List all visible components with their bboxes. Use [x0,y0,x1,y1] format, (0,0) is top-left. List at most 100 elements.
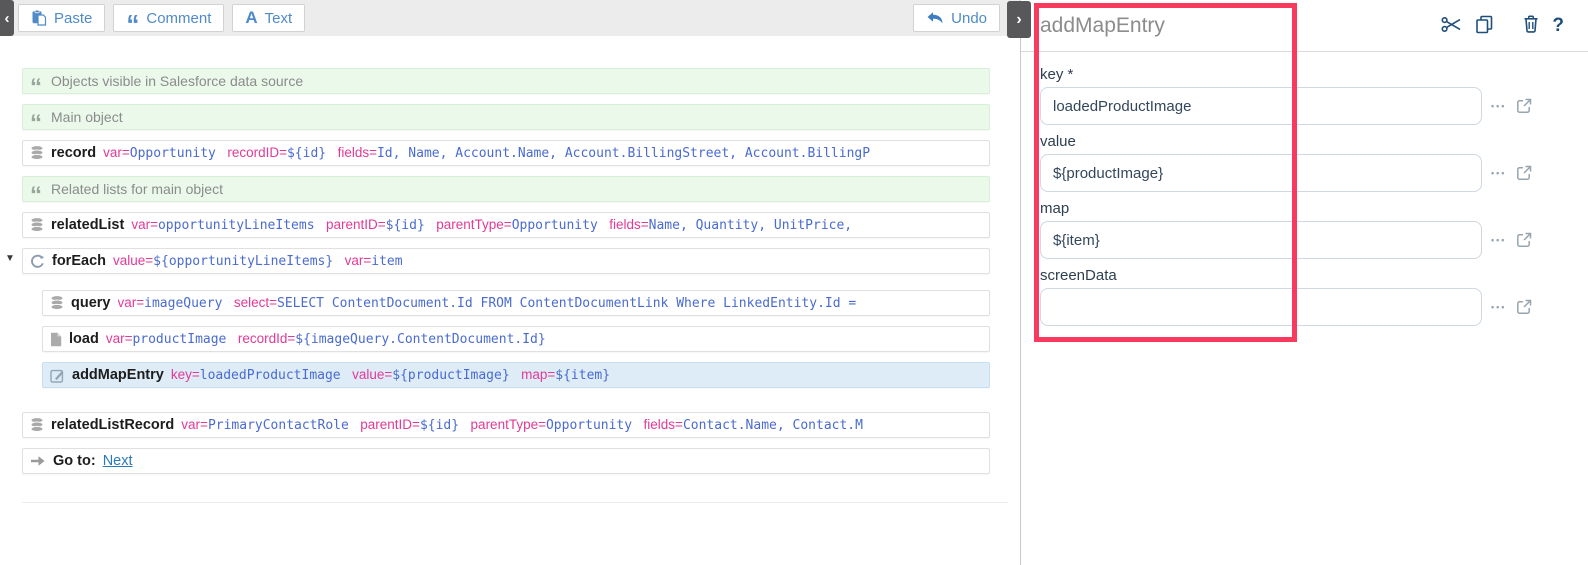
attr-name: parentID= [326,217,386,232]
goto-next-link[interactable]: Next [103,453,133,469]
help-button[interactable]: ? [1550,13,1566,39]
quote-icon: “ [30,85,42,91]
command-attrs: var=productImage recordId=${imageQuery.C… [106,330,553,348]
flow-row-goto[interactable]: Go to: Next [22,448,990,474]
command-name: load [69,331,99,347]
attr-name: var= [106,331,133,346]
flow-rows: “ Objects visible in Salesforce data sou… [0,36,990,474]
field-label-value: value [1040,133,1588,150]
attr-name: fields= [338,145,377,160]
loop-icon [30,254,45,269]
delete-button[interactable] [1521,13,1541,38]
attr-name: value= [352,367,392,382]
database-icon [30,417,44,433]
open-in-new-icon[interactable] [1515,298,1533,316]
field-row: ••• [1040,221,1588,259]
attr-value: loadedProductImage [200,368,341,383]
attr-value: SELECT ContentDocument.Id FROM ContentDo… [277,296,856,311]
field-row: ••• [1040,154,1588,192]
flow-row-relatedlist[interactable]: relatedList var=opportunityLineItems par… [22,212,990,238]
trash-icon [1523,15,1539,36]
attr-name: parentType= [436,217,511,232]
comment-text: Related lists for main object [51,181,223,197]
comment-row[interactable]: “ Main object [22,104,990,130]
flow-row-addmapentry-selected[interactable]: addMapEntry key=loadedProductImage value… [42,362,990,388]
command-name: record [51,145,96,161]
collapse-left-chevron-icon[interactable]: ‹ [0,0,14,36]
key-input[interactable] [1040,87,1482,125]
open-in-new-icon[interactable] [1515,164,1533,182]
field-label-map: map [1040,200,1588,217]
app: ‹ Paste “ Comment A Text [0,0,1588,565]
properties-panel: addMapEntry [1021,0,1588,565]
content-bottom-divider [22,502,1008,503]
attr-value: imageQuery [144,296,222,311]
quote-icon: “ [30,121,42,127]
attr-value: Opportunity [512,218,598,233]
open-in-new-icon[interactable] [1515,97,1533,115]
flow-editor-panel: ‹ Paste “ Comment A Text [0,0,1021,565]
attr-value: Id, Name, Account.Name, Account.BillingS… [377,146,870,161]
attr-value: opportunityLineItems [158,218,315,233]
map-input[interactable] [1040,221,1482,259]
properties-title: addMapEntry [1040,14,1439,38]
attr-name: var= [345,253,372,268]
command-attrs: var=PrimaryContactRole parentID=${id} pa… [181,416,870,434]
more-options-icon[interactable]: ••• [1491,101,1506,111]
comment-row[interactable]: “ Objects visible in Salesforce data sou… [22,68,990,94]
more-options-icon[interactable]: ••• [1491,302,1506,312]
flow-row-foreach[interactable]: forEach value=${opportunityLineItems} va… [22,248,990,274]
cut-button[interactable] [1439,14,1464,38]
command-attrs: value=${opportunityLineItems} var=item [113,252,410,270]
open-in-new-icon[interactable] [1515,231,1533,249]
attr-value: Contact.Name, Contact.M [683,418,863,433]
comment-row[interactable]: “ Related lists for main object [22,176,990,202]
flow-row-relatedlistrecord[interactable]: relatedListRecord var=PrimaryContactRole… [22,412,990,438]
attr-value: ${item} [555,368,610,383]
attr-value: Opportunity [546,418,632,433]
attr-name: recordID= [227,145,287,160]
attr-value: productImage [132,332,226,347]
paste-icon [31,10,47,26]
command-attrs: var=imageQuery select=SELECT ContentDocu… [118,294,864,312]
screendata-input[interactable] [1040,288,1482,326]
attr-name: fields= [609,217,648,232]
attr-value: ${id} [287,146,326,161]
copy-button[interactable] [1473,13,1496,39]
editor-toolbar: ‹ Paste “ Comment A Text [0,0,1020,36]
comment-text: Objects visible in Salesforce data sourc… [51,73,303,89]
more-options-icon[interactable]: ••• [1491,235,1506,245]
attr-name: var= [181,417,208,432]
undo-button-label: Undo [951,10,987,27]
properties-header: addMapEntry [1021,0,1588,52]
undo-button[interactable]: Undo [913,4,1000,32]
attr-value: ${productImage} [392,368,509,383]
flow-row-load[interactable]: load var=productImage recordId=${imageQu… [42,326,990,352]
chevron-right-icon: › [1016,11,1021,29]
file-icon [50,332,62,347]
collapse-triangle-icon[interactable]: ▼ [5,253,15,264]
value-input[interactable] [1040,154,1482,192]
comment-button-label: Comment [146,10,211,27]
attr-value: Opportunity [130,146,216,161]
collapse-right-chevron-icon[interactable]: › [1007,1,1031,38]
attr-name: key= [171,367,200,382]
more-options-icon[interactable]: ••• [1491,168,1506,178]
edit-icon [50,368,65,383]
command-name: relatedListRecord [51,417,174,433]
comment-button[interactable]: “ Comment [113,4,224,32]
quote-icon: “ [30,193,42,199]
attr-name: parentID= [360,417,420,432]
attr-value: PrimaryContactRole [208,418,349,433]
paste-button-label: Paste [54,10,92,27]
flow-row-record[interactable]: record var=Opportunity recordID=${id} fi… [22,140,990,166]
flow-row-query[interactable]: query var=imageQuery select=SELECT Conte… [42,290,990,316]
paste-button[interactable]: Paste [18,4,105,32]
arrow-right-icon [30,455,46,467]
command-attrs: key=loadedProductImage value=${productIm… [171,366,617,384]
attr-value: ${id} [386,218,425,233]
text-button[interactable]: A Text [232,4,305,32]
attr-name: parentType= [471,417,546,432]
quote-icon: “ [126,19,139,29]
attr-name: value= [113,253,153,268]
